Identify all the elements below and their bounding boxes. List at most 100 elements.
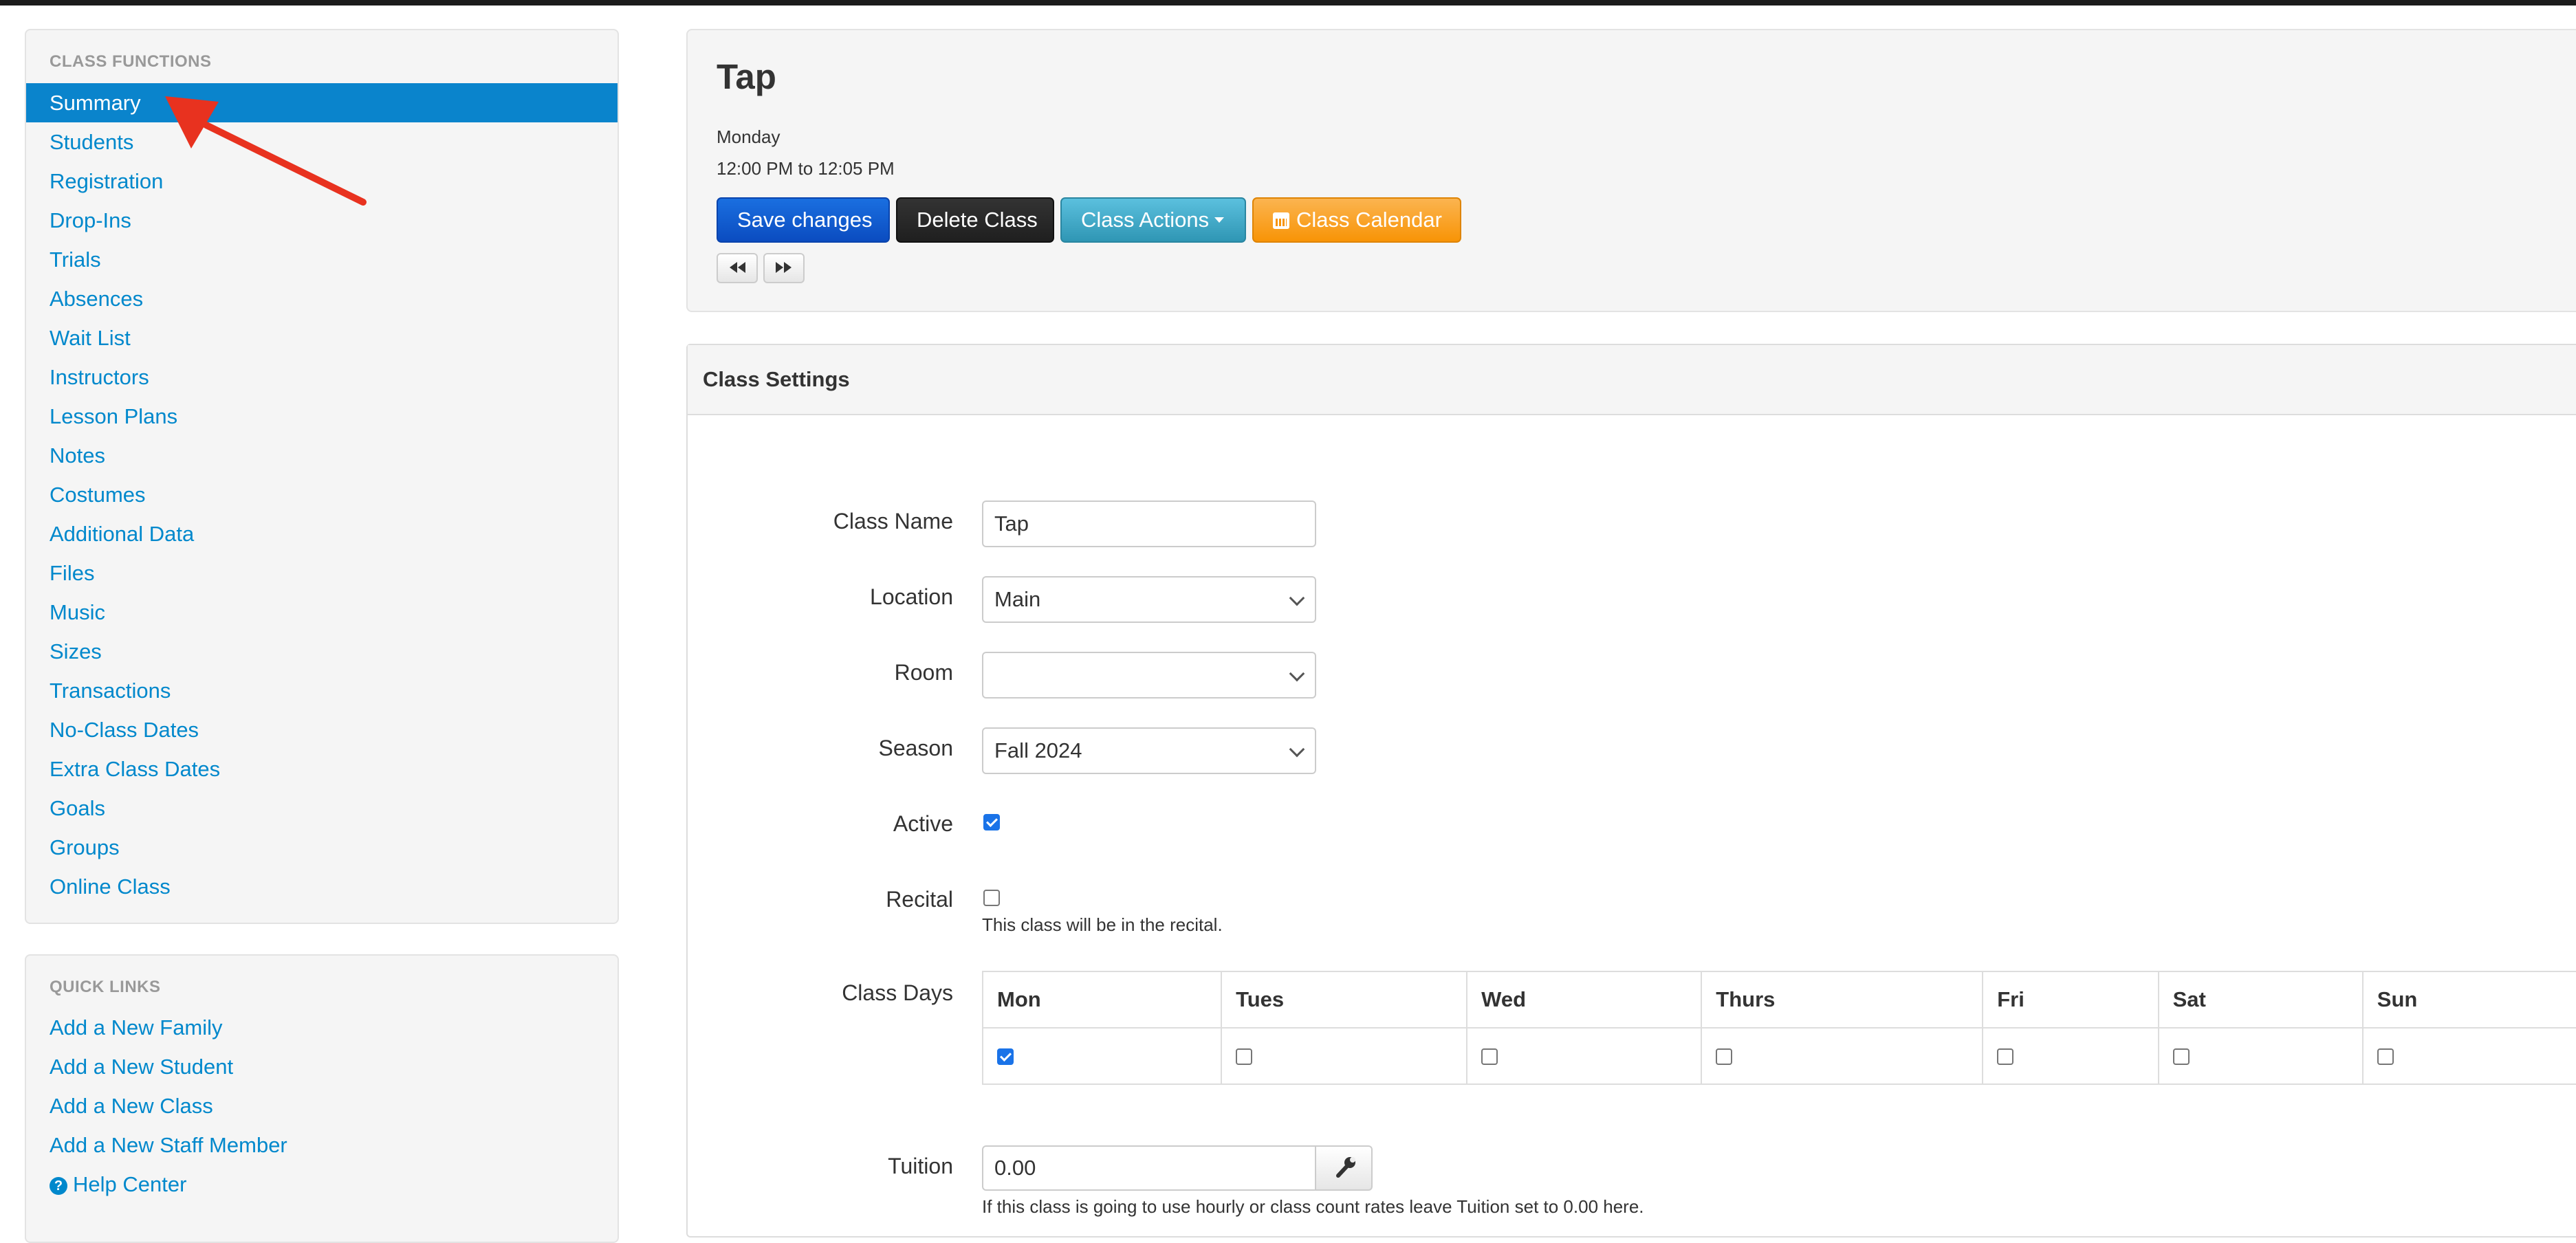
class-name-label: Class Name	[833, 509, 953, 534]
day-checkbox-mon[interactable]	[997, 1048, 1014, 1065]
class-day: Monday	[717, 126, 781, 147]
season-value: Fall 2024	[994, 738, 1082, 762]
quick-link-add-class[interactable]: Add a New Class	[26, 1086, 618, 1125]
day-header-sun: Sun	[2361, 971, 2576, 1028]
backward-icon	[730, 262, 745, 273]
quick-link-help-center[interactable]: ? Help Center	[26, 1165, 618, 1204]
class-functions-list: Summary Students Registration Drop-Ins T…	[26, 83, 618, 906]
day-header-fri: Fri	[1982, 971, 2159, 1028]
save-changes-button[interactable]: Save changes	[717, 197, 890, 243]
next-class-button[interactable]	[763, 253, 805, 283]
day-checkbox-thurs[interactable]	[1716, 1048, 1733, 1065]
chevron-down-icon	[1289, 590, 1305, 606]
season-label: Season	[878, 736, 953, 760]
caret-down-icon	[1214, 217, 1225, 223]
sidebar-item-extra-class-dates[interactable]: Extra Class Dates	[26, 749, 618, 789]
wrench-icon	[1336, 1157, 1355, 1178]
class-days-checkbox-row	[981, 1027, 2576, 1085]
room-select[interactable]	[982, 652, 1316, 698]
day-header-mon: Mon	[981, 971, 1223, 1028]
sidebar-item-wait-list[interactable]: Wait List	[26, 318, 618, 358]
question-circle-icon: ?	[50, 1177, 67, 1195]
class-days-header-row: Mon Tues Wed Thurs Fri Sat Sun	[981, 971, 2576, 1028]
day-header-wed: Wed	[1466, 971, 1703, 1028]
day-checkbox-sat[interactable]	[2172, 1048, 2190, 1065]
quick-link-add-student[interactable]: Add a New Student	[26, 1047, 618, 1086]
chevron-down-icon	[1289, 741, 1305, 758]
class-functions-header: CLASS FUNCTIONS	[50, 52, 212, 71]
help-center-label: Help Center	[73, 1172, 187, 1196]
location-select[interactable]: Main	[982, 576, 1316, 623]
quick-links-panel: QUICK LINKS Add a New Family Add a New S…	[25, 954, 619, 1243]
tuition-rates-button[interactable]	[1315, 1145, 1373, 1191]
class-name-input[interactable]: Tap	[982, 500, 1316, 547]
recital-checkbox[interactable]	[983, 890, 1000, 906]
sidebar-item-drop-ins[interactable]: Drop-Ins	[26, 201, 618, 240]
day-checkbox-fri[interactable]	[1997, 1048, 2014, 1065]
class-settings-panel: Class Settings Class Name Tap Location M…	[686, 344, 2576, 1238]
day-checkbox-tues[interactable]	[1236, 1048, 1253, 1065]
class-header: Tap Monday 12:00 PM to 12:05 PM Save cha…	[686, 29, 2576, 312]
sidebar-item-absences[interactable]: Absences	[26, 279, 618, 318]
day-cell-tues	[1221, 1027, 1468, 1085]
class-calendar-button[interactable]: Class Calendar	[1252, 197, 1461, 243]
season-select[interactable]: Fall 2024	[982, 727, 1316, 774]
room-label: Room	[894, 660, 953, 685]
sidebar-item-transactions[interactable]: Transactions	[26, 671, 618, 710]
location-label: Location	[870, 584, 953, 609]
active-checkbox[interactable]	[983, 814, 1000, 830]
class-days-label: Class Days	[842, 980, 953, 1005]
page-title: Tap	[717, 57, 776, 96]
day-header-sat: Sat	[2157, 971, 2364, 1028]
sidebar-item-sizes[interactable]: Sizes	[26, 632, 618, 671]
tuition-value: 0.00	[994, 1156, 1036, 1180]
sidebar-item-files[interactable]: Files	[26, 553, 618, 593]
location-value: Main	[994, 587, 1041, 611]
day-cell-wed	[1466, 1027, 1703, 1085]
delete-class-button[interactable]: Delete Class	[896, 197, 1054, 243]
recital-label: Recital	[886, 887, 953, 912]
delete-class-label: Delete Class	[917, 208, 1038, 232]
sidebar-item-notes[interactable]: Notes	[26, 436, 618, 475]
class-calendar-label: Class Calendar	[1296, 208, 1442, 232]
class-settings-heading: Class Settings	[688, 345, 2576, 415]
sidebar-item-registration[interactable]: Registration	[26, 162, 618, 201]
quick-link-add-family[interactable]: Add a New Family	[26, 1008, 618, 1047]
sidebar-item-groups[interactable]: Groups	[26, 828, 618, 867]
sidebar-item-goals[interactable]: Goals	[26, 789, 618, 828]
sidebar-item-online-class[interactable]: Online Class	[26, 867, 618, 906]
sidebar-item-additional-data[interactable]: Additional Data	[26, 514, 618, 553]
class-time: 12:00 PM to 12:05 PM	[717, 158, 895, 179]
sidebar-item-trials[interactable]: Trials	[26, 240, 618, 279]
sidebar-item-costumes[interactable]: Costumes	[26, 475, 618, 514]
day-checkbox-wed[interactable]	[1481, 1048, 1498, 1065]
class-functions-panel: CLASS FUNCTIONS Summary Students Registr…	[25, 29, 619, 924]
tuition-label: Tuition	[888, 1154, 953, 1178]
day-cell-sat	[2157, 1027, 2364, 1085]
sidebar-item-summary[interactable]: Summary	[26, 83, 618, 122]
day-cell-sun	[2361, 1027, 2576, 1085]
sidebar-item-instructors[interactable]: Instructors	[26, 358, 618, 397]
sidebar-item-students[interactable]: Students	[26, 122, 618, 162]
tuition-input[interactable]: 0.00	[982, 1145, 1316, 1191]
top-bar	[0, 0, 2576, 6]
sidebar-item-no-class-dates[interactable]: No-Class Dates	[26, 710, 618, 749]
sidebar-item-lesson-plans[interactable]: Lesson Plans	[26, 397, 618, 436]
class-actions-label: Class Actions	[1081, 208, 1210, 232]
class-actions-button[interactable]: Class Actions	[1060, 197, 1246, 243]
forward-icon	[776, 262, 792, 273]
recital-help-text: This class will be in the recital.	[982, 914, 1223, 935]
day-checkbox-sun[interactable]	[2377, 1048, 2394, 1065]
calendar-icon	[1273, 212, 1289, 229]
active-label: Active	[893, 811, 953, 836]
chevron-down-icon	[1289, 666, 1305, 682]
day-header-tues: Tues	[1221, 971, 1468, 1028]
day-header-thurs: Thurs	[1701, 971, 1984, 1028]
class-name-value: Tap	[994, 512, 1029, 536]
previous-class-button[interactable]	[717, 253, 758, 283]
class-days-table: Mon Tues Wed Thurs Fri Sat Sun	[981, 971, 2576, 1085]
quick-links-list: Add a New Family Add a New Student Add a…	[26, 1008, 618, 1204]
sidebar-item-music[interactable]: Music	[26, 593, 618, 632]
quick-link-add-staff[interactable]: Add a New Staff Member	[26, 1125, 618, 1165]
save-changes-label: Save changes	[737, 208, 873, 232]
